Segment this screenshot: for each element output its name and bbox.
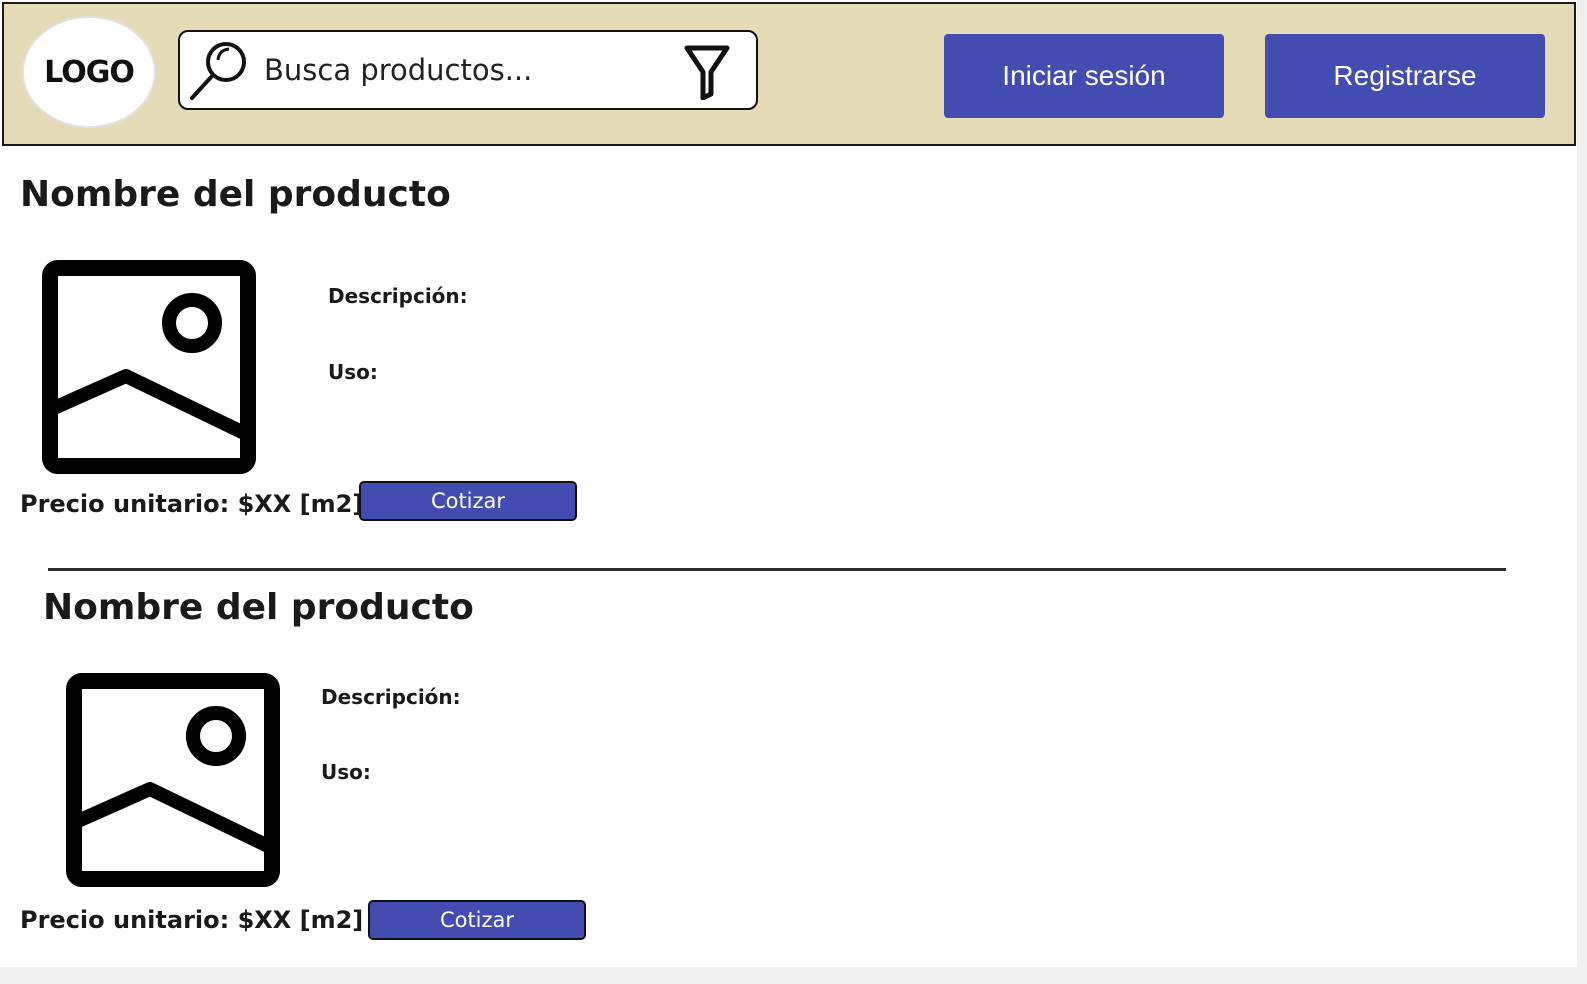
product-title: Nombre del producto	[43, 587, 474, 628]
unit-price: Precio unitario: $XX [m2]	[20, 906, 364, 934]
divider	[48, 568, 1506, 571]
search-input[interactable]	[264, 46, 664, 94]
page: LOGO Iniciar sesión Registrarse Nombre d…	[0, 0, 1577, 967]
description-label: Descripción:	[328, 284, 468, 308]
register-button[interactable]: Registrarse	[1265, 34, 1545, 118]
filter-icon[interactable]	[684, 44, 730, 104]
header: LOGO Iniciar sesión Registrarse	[2, 2, 1576, 146]
search-bar	[178, 30, 758, 110]
unit-price: Precio unitario: $XX [m2]	[20, 490, 364, 518]
quote-button[interactable]: Cotizar	[359, 481, 577, 521]
logo[interactable]: LOGO	[22, 16, 156, 128]
quote-button[interactable]: Cotizar	[368, 900, 586, 940]
search-icon[interactable]	[188, 38, 252, 106]
image-placeholder-icon	[66, 673, 280, 891]
product-title: Nombre del producto	[20, 174, 451, 215]
image-placeholder-icon	[42, 260, 256, 478]
use-label: Uso:	[328, 360, 378, 384]
logo-text: LOGO	[44, 54, 135, 90]
login-button[interactable]: Iniciar sesión	[944, 34, 1224, 118]
description-label: Descripción:	[321, 685, 461, 709]
use-label: Uso:	[321, 760, 371, 784]
